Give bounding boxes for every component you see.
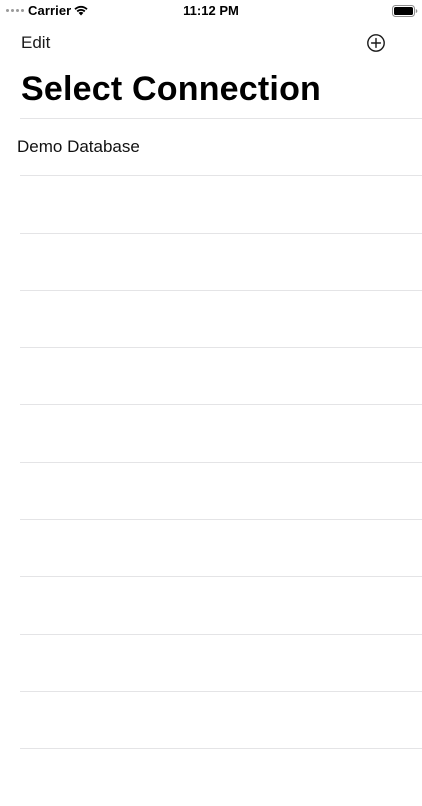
edit-button[interactable]: Edit <box>21 33 50 53</box>
empty-row <box>0 633 422 691</box>
page-title: Select Connection <box>21 70 322 108</box>
connection-label: Demo Database <box>17 137 140 156</box>
empty-row <box>0 404 422 461</box>
plus-circle-icon[interactable] <box>366 33 386 53</box>
empty-row <box>0 175 422 232</box>
battery-icon <box>392 5 418 17</box>
empty-row <box>0 461 422 519</box>
connection-row[interactable]: Demo Database <box>0 118 422 175</box>
empty-row <box>0 748 422 805</box>
empty-row <box>0 576 422 633</box>
empty-row <box>0 289 422 347</box>
empty-row <box>0 519 422 576</box>
empty-row <box>0 232 422 290</box>
empty-row <box>0 690 422 748</box>
status-time: 11:12 PM <box>183 3 239 18</box>
empty-row <box>0 347 422 404</box>
connection-list: Demo Database <box>0 118 422 806</box>
status-bar: Carrier 11:12 PM <box>0 0 422 22</box>
